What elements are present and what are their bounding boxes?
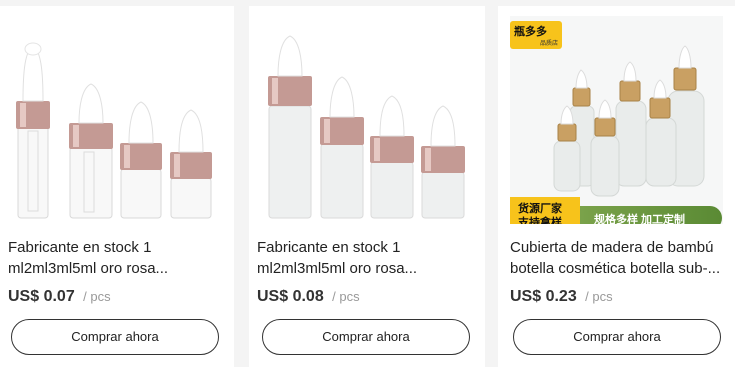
bottle-5ml — [170, 109, 212, 219]
bottle-3ml — [120, 101, 162, 219]
product-price: US$ 0.23 — [510, 288, 577, 305]
promo-banner-right: 规格多样 加工定制 — [580, 206, 722, 224]
price-row: US$ 0.07 / pcs — [8, 288, 111, 306]
frosted-bottle-1ml — [268, 35, 312, 219]
frosted-bottle-5ml — [421, 105, 465, 219]
frosted-bottle-3ml — [370, 95, 414, 219]
product-title[interactable]: Fabricante en stock 1 ml2ml3ml5ml oro ro… — [8, 237, 223, 279]
buy-now-button[interactable]: Comprar ahora — [11, 319, 219, 355]
product-price: US$ 0.07 — [8, 288, 75, 305]
bamboo-bottle — [553, 90, 705, 197]
product-card[interactable]: 瓶多多 品质店 货源厂家 支持拿样 规格多样 加工定制 Cubierta de … — [498, 6, 735, 367]
price-unit: / pcs — [83, 289, 111, 304]
buy-now-button[interactable]: Comprar ahora — [262, 319, 470, 355]
buy-now-button[interactable]: Comprar ahora — [513, 319, 721, 355]
brand-badge: 瓶多多 品质店 — [510, 21, 562, 49]
promo-banner-left: 货源厂家 支持拿样 — [510, 197, 580, 224]
promo-line-2: 支持拿样 — [518, 217, 562, 224]
price-unit: / pcs — [585, 289, 613, 304]
product-title[interactable]: Cubierta de madera de bambú botella cosm… — [510, 237, 725, 279]
product-card[interactable]: Fabricante en stock 1 ml2ml3ml5ml oro ro… — [249, 6, 485, 367]
brand-sub: 品质店 — [539, 41, 558, 47]
price-row: US$ 0.23 / pcs — [510, 288, 613, 306]
brand-name: 瓶多多 — [514, 26, 547, 38]
bottle-1ml — [16, 42, 50, 219]
frosted-bottle-2ml — [320, 76, 364, 219]
product-image[interactable]: 瓶多多 品质店 货源厂家 支持拿样 规格多样 加工定制 — [498, 6, 735, 224]
product-card[interactable]: Fabricante en stock 1 ml2ml3ml5ml oro ro… — [0, 6, 234, 367]
product-image[interactable] — [249, 6, 485, 224]
price-row: US$ 0.08 / pcs — [257, 288, 360, 306]
price-unit: / pcs — [332, 289, 360, 304]
bottle-2ml — [69, 83, 113, 219]
promo-line-3: 规格多样 加工定制 — [594, 214, 686, 224]
product-title[interactable]: Fabricante en stock 1 ml2ml3ml5ml oro ro… — [257, 237, 472, 279]
product-image[interactable] — [0, 6, 234, 224]
product-price: US$ 0.08 — [257, 288, 324, 305]
